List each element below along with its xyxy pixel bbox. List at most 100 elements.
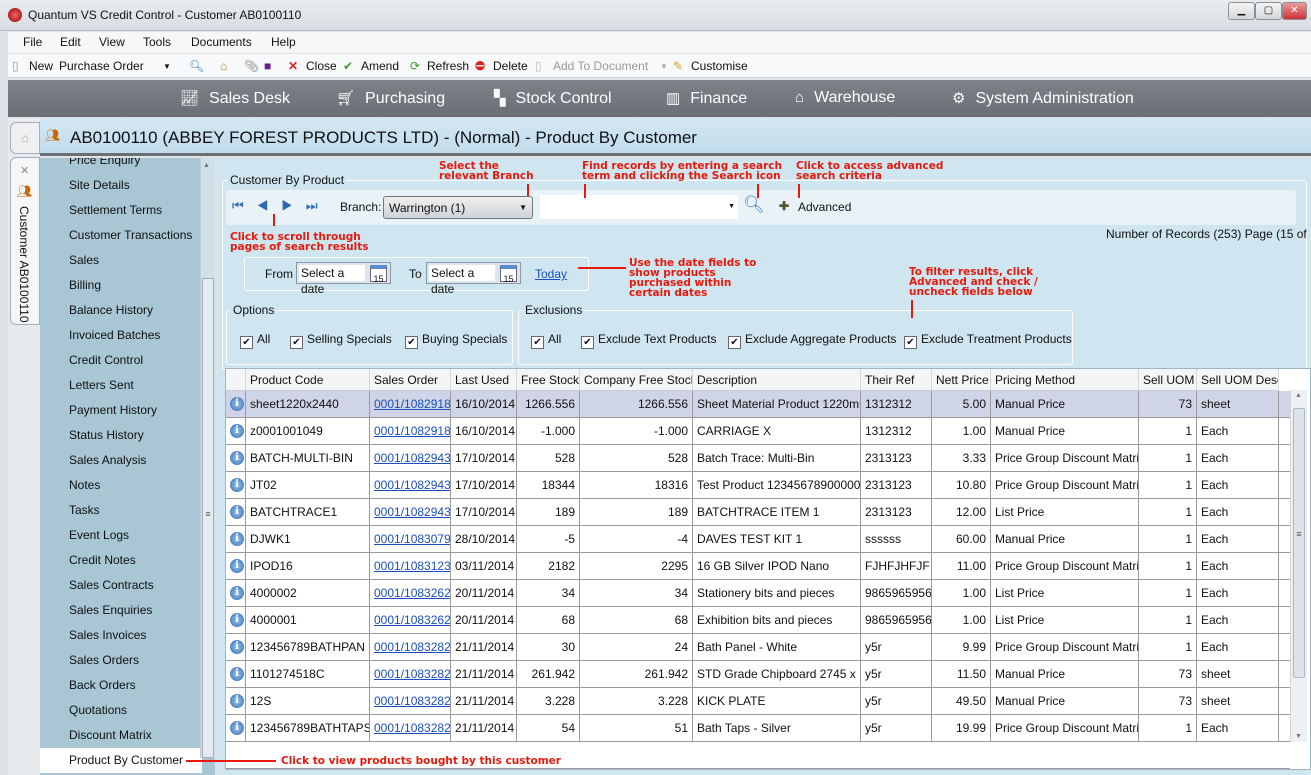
cell-sales-order[interactable]: 0001/1083282	[370, 634, 451, 660]
option-selling-specials-checkbox[interactable]: ✔ Selling Specials	[290, 332, 392, 349]
sidebar-item-sales-analysis[interactable]: Sales Analysis	[69, 448, 215, 473]
table-row[interactable]: i z0001001049 0001/1082918 16/10/2014 -1.000…	[226, 418, 1290, 445]
sidebar-item-sales[interactable]: Sales	[69, 248, 215, 273]
info-icon[interactable]: i	[230, 397, 244, 411]
column-header-sell-uom-desc[interactable]: Sell UOM Desc	[1197, 369, 1279, 391]
row-info-cell[interactable]: i	[226, 634, 246, 660]
sidebar-item-sales-contracts[interactable]: Sales Contracts	[69, 573, 215, 598]
calendar-icon[interactable]: 15	[370, 265, 387, 284]
sidebar-item-tasks[interactable]: Tasks	[69, 498, 215, 523]
cell-sales-order[interactable]: 0001/1083282	[370, 688, 451, 714]
menu-edit[interactable]: Edit	[60, 35, 81, 49]
row-info-cell[interactable]: i	[226, 472, 246, 498]
column-header-nett-price[interactable]: Nett Price	[932, 369, 991, 391]
info-icon[interactable]: i	[230, 424, 244, 438]
option-all-checkbox[interactable]: ✔ All	[240, 332, 270, 349]
to-date-field[interactable]: Select a date 15	[426, 262, 521, 296]
delete-icon[interactable]: ⛔︎	[475, 59, 485, 74]
sales-order-link[interactable]: 0001/1083123	[374, 559, 450, 573]
branch-dropdown[interactable]: Warrington (1) ▼	[383, 196, 533, 219]
minimize-button[interactable]: ▁	[1228, 2, 1255, 20]
info-icon[interactable]: i	[230, 586, 244, 600]
sidebar-item-balance-history[interactable]: Balance History	[69, 298, 215, 323]
table-row[interactable]: i 12S 0001/1083282 21/11/2014 3.228 3.228 KICK…	[226, 688, 1290, 715]
refresh-button[interactable]: Refresh	[427, 59, 469, 73]
cell-sales-order[interactable]: 0001/1083282	[370, 715, 451, 741]
column-header-company-free-stock[interactable]: Company Free Stock	[580, 369, 693, 391]
sidebar-item-site-details[interactable]: Site Details	[69, 173, 215, 198]
option-buying-specials-checkbox[interactable]: ✔ Buying Specials	[405, 332, 507, 349]
sidebar-item-discount-matrix[interactable]: Discount Matrix	[69, 723, 215, 748]
table-row[interactable]: i 4000002 0001/1083262 20/11/2014 34 34 Statio…	[226, 580, 1290, 607]
info-icon[interactable]: i	[230, 721, 244, 735]
info-icon[interactable]: i	[230, 505, 244, 519]
last-page-icon[interactable]: ⏭︎	[306, 198, 331, 213]
sidebar-item-credit-notes[interactable]: Credit Notes	[69, 548, 215, 573]
row-info-cell[interactable]: i	[226, 391, 246, 417]
chevron-down-icon[interactable]: ▼	[728, 203, 735, 210]
exclusion-all-checkbox[interactable]: ✔ All	[531, 332, 561, 349]
calendar-icon[interactable]: 15	[500, 265, 517, 284]
info-icon[interactable]: i	[230, 667, 244, 681]
sidebar-item-product-by-customer[interactable]: Product By Customer	[40, 748, 202, 773]
search-icon[interactable]: 🔍︎	[189, 59, 204, 73]
sidebar-item-quotations[interactable]: Quotations	[69, 698, 215, 723]
sales-order-link[interactable]: 0001/1082943	[374, 478, 450, 492]
exclusion-exclude-text-products-checkbox[interactable]: ✔ Exclude Text Products	[581, 332, 717, 349]
nav-sales-desk[interactable]: 📈︎ Sales Desk	[180, 89, 290, 108]
info-icon[interactable]: i	[230, 478, 244, 492]
sidebar-item-billing[interactable]: Billing	[69, 273, 215, 298]
table-row[interactable]: i IPOD16 0001/1083123 03/11/2014 2182 2295 16 …	[226, 553, 1290, 580]
sidebar-item-sales-orders[interactable]: Sales Orders	[69, 648, 215, 673]
customise-button[interactable]: Customise	[691, 59, 748, 73]
table-row[interactable]: i 123456789BATHPAN 0001/1083282 21/11/2014 3…	[226, 634, 1290, 661]
cell-sales-order[interactable]: 0001/1083123	[370, 553, 451, 579]
home-icon[interactable]: ⌂	[220, 59, 227, 73]
close-button[interactable]: Close	[306, 59, 337, 73]
column-header-sales-order[interactable]: Sales Order	[370, 369, 451, 391]
refresh-icon[interactable]: ⟳	[410, 59, 420, 73]
cell-sales-order[interactable]: 0001/1083282	[370, 661, 451, 687]
sidebar-item-credit-control[interactable]: Credit Control	[69, 348, 215, 373]
sidebar-item-customer-transactions[interactable]: Customer Transactions	[69, 223, 215, 248]
attachment-icon[interactable]: 📎︎	[244, 59, 259, 73]
sales-order-link[interactable]: 0001/1082943	[374, 505, 450, 519]
chevron-down-icon[interactable]: ▼	[660, 62, 668, 71]
sales-order-link[interactable]: 0001/1083262	[374, 613, 450, 627]
nav-finance[interactable]: ▥ Finance	[666, 89, 747, 108]
sidebar-item-invoiced-batches[interactable]: Invoiced Batches	[69, 323, 215, 348]
grid-scrollbar[interactable]: ▲ ≡ ▼	[1290, 390, 1307, 742]
info-icon[interactable]: i	[230, 613, 244, 627]
cell-sales-order[interactable]: 0001/1083262	[370, 580, 451, 606]
maximize-button[interactable]: ▢	[1255, 2, 1282, 20]
table-row[interactable]: i 123456789BATHTAPS 0001/1083282 21/11/2014…	[226, 715, 1290, 742]
close-window-button[interactable]: ✕	[1282, 2, 1307, 20]
info-icon[interactable]: i	[230, 559, 244, 573]
sales-order-link[interactable]: 0001/1082918	[374, 397, 450, 411]
close-icon[interactable]: ✕	[288, 59, 298, 73]
row-info-cell[interactable]: i	[226, 607, 246, 633]
column-header-pricing-method[interactable]: Pricing Method	[991, 369, 1139, 391]
menu-documents[interactable]: Documents	[191, 35, 252, 49]
sidebar-item-event-logs[interactable]: Event Logs	[69, 523, 215, 548]
row-info-cell[interactable]: i	[226, 715, 246, 741]
table-row[interactable]: i DJWK1 0001/1083079 28/10/2014 -5 -4 DAVES TE…	[226, 526, 1290, 553]
sales-order-link[interactable]: 0001/1082918	[374, 424, 450, 438]
nav-warehouse[interactable]: ⌂ Warehouse	[795, 89, 895, 107]
sidebar-item-letters-sent[interactable]: Letters Sent	[69, 373, 215, 398]
row-info-cell[interactable]: i	[226, 526, 246, 552]
cell-sales-order[interactable]: 0001/1082943	[370, 445, 451, 471]
row-info-cell[interactable]: i	[226, 445, 246, 471]
row-info-cell[interactable]: i	[226, 499, 246, 525]
row-info-cell[interactable]: i	[226, 553, 246, 579]
check-icon[interactable]: ✔	[343, 59, 353, 73]
table-row[interactable]: i sheet1220x2440 0001/1082918 16/10/2014 126…	[226, 391, 1290, 418]
close-tab-icon[interactable]: ✕	[20, 164, 29, 177]
table-row[interactable]: i BATCH-MULTI-BIN 0001/1082943 17/10/2014 52…	[226, 445, 1290, 472]
sidebar-scrollbar[interactable]: ▲ ≡	[200, 158, 215, 758]
cell-sales-order[interactable]: 0001/1083079	[370, 526, 451, 552]
cell-sales-order[interactable]: 0001/1082918	[370, 418, 451, 444]
row-info-cell[interactable]: i	[226, 580, 246, 606]
menu-tools[interactable]: Tools	[143, 35, 171, 49]
nav-purchasing[interactable]: 🛒︎ Purchasing	[336, 89, 445, 108]
